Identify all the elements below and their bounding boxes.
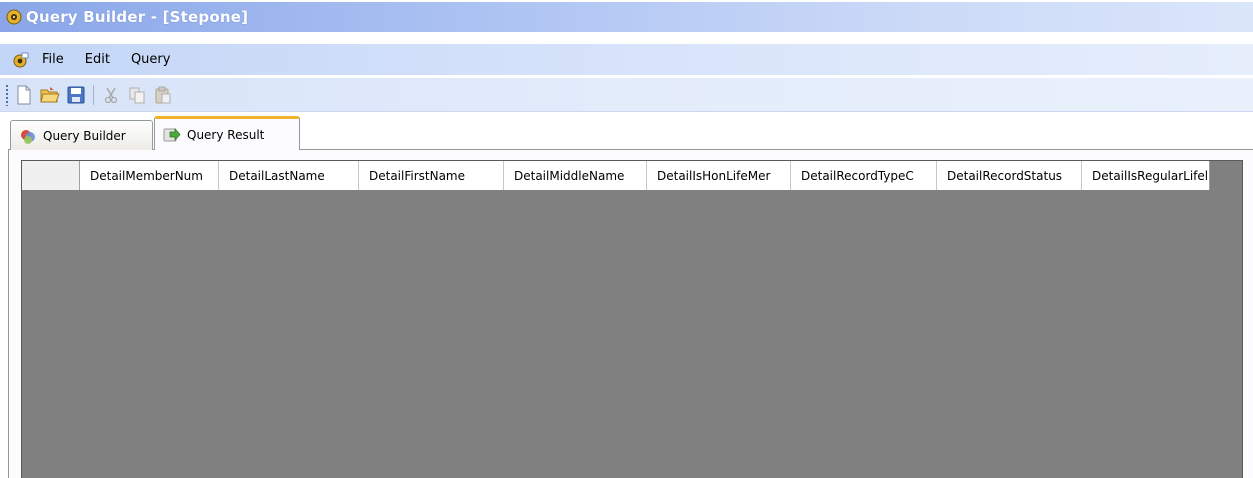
toolbar [0,78,1253,112]
row-header-corner[interactable] [22,161,80,190]
tab-content-panel: DetailMemberNum DetailLastName DetailFir… [8,150,1253,478]
tab-query-result[interactable]: Query Result [154,116,300,151]
query-result-icon [163,126,181,144]
title-bar[interactable]: Query Builder - [Stepone] [0,2,1253,32]
results-grid[interactable]: DetailMemberNum DetailLastName DetailFir… [21,160,1243,478]
tab-label: Query Builder [43,128,126,143]
save-icon[interactable] [65,84,87,106]
toolbar-grip[interactable] [5,83,9,106]
tab-strip: Query Builder Query Result [8,116,1253,151]
column-header[interactable]: DetailMiddleName [504,161,647,190]
toolbar-separator [93,84,94,105]
cut-icon[interactable] [100,84,122,106]
tab-label: Query Result [187,128,265,142]
column-header[interactable]: DetailLastName [219,161,359,190]
new-document-icon[interactable] [13,84,35,106]
grid-header-row: DetailMemberNum DetailLastName DetailFir… [22,161,1210,190]
menu-file[interactable]: File [38,50,68,69]
paste-icon[interactable] [152,84,174,106]
query-builder-icon [19,127,37,145]
window-title: Query Builder - [Stepone] [26,8,249,26]
column-header[interactable]: DetailIsRegularLifel [1082,161,1210,190]
open-folder-icon[interactable] [39,84,61,106]
menu-edit[interactable]: Edit [81,50,114,69]
copy-icon[interactable] [126,84,148,106]
document-gear-icon[interactable] [10,50,30,70]
column-header[interactable]: DetailRecordStatus [937,161,1082,190]
column-header[interactable]: DetailIsHonLifeMer [647,161,791,190]
menu-query[interactable]: Query [127,50,175,69]
menu-bar: File Edit Query [0,44,1253,75]
column-header[interactable]: DetailMemberNum [80,161,219,190]
app-window: Query Builder - [Stepone] File Edit Quer… [0,0,1253,478]
column-header[interactable]: DetailRecordTypeC [791,161,937,190]
app-gear-icon [4,7,24,27]
tab-query-builder[interactable]: Query Builder [10,120,153,150]
column-header[interactable]: DetailFirstName [359,161,504,190]
